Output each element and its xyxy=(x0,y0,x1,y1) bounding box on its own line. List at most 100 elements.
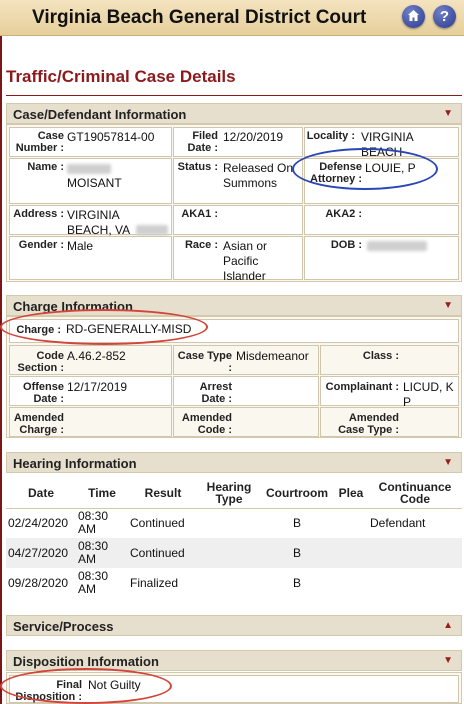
complainant-label: Complainant : xyxy=(325,381,399,393)
case-type-value: Misdemeanor xyxy=(236,349,309,363)
charge-grid: Charge : RD-GENERALLY-MISD Code Section … xyxy=(6,316,462,438)
aka2-cell: AKA2 : xyxy=(304,205,459,235)
hearing-plea xyxy=(334,568,368,598)
table-row: 02/24/2020 08:30 AM Continued B Defendan… xyxy=(6,508,462,538)
address-label: Address : xyxy=(13,208,64,220)
name-value: MOISANT xyxy=(67,161,171,191)
filed-date-label: Filed Date : xyxy=(187,130,218,154)
collapse-arrow-icon[interactable]: ▼ xyxy=(443,655,453,666)
section-title: Disposition Information xyxy=(13,654,159,669)
locality-label: Locality : xyxy=(306,130,355,142)
code-section-label: Code Section : xyxy=(17,350,64,374)
filed-date-cell: Filed Date : 12/20/2019 xyxy=(173,127,303,157)
case-defendant-grid: Case Number : GT19057814-00 Filed Date :… xyxy=(6,124,462,283)
section-title: Case/Defendant Information xyxy=(13,107,187,122)
charge-cell: Charge : RD-GENERALLY-MISD xyxy=(9,319,459,343)
home-icon xyxy=(408,10,419,21)
hearing-continuance xyxy=(368,568,462,598)
arrest-date-label: Arrest Date : xyxy=(199,381,232,405)
name-label: Name : xyxy=(27,161,64,173)
final-disposition-cell: Final Disposition : Not Guilty xyxy=(9,675,459,703)
section-header-case-defendant[interactable]: Case/Defendant Information ▼ xyxy=(6,103,462,124)
hearing-type xyxy=(198,568,260,598)
amended-charge-label: Amended Charge : xyxy=(13,412,64,436)
case-type-cell: Case Type : Misdemeanor xyxy=(173,345,319,375)
disposition-grid: Final Disposition : Not Guilty xyxy=(6,672,462,704)
status-label: Status : xyxy=(177,161,218,173)
case-number-cell: Case Number : GT19057814-00 xyxy=(9,127,172,157)
redacted-zip xyxy=(136,225,168,235)
left-accent-rule xyxy=(0,36,2,704)
aka1-cell: AKA1 : xyxy=(173,205,303,235)
aka2-label: AKA2 : xyxy=(325,208,362,220)
column-header-time: Time xyxy=(76,478,128,509)
amended-code-label: Amended Code : xyxy=(181,412,232,436)
section-title: Hearing Information xyxy=(13,456,137,471)
column-header-courtroom: Courtroom xyxy=(260,478,334,509)
class-cell: Class : xyxy=(320,345,459,375)
redacted-first-name xyxy=(67,163,111,174)
page-title: Traffic/Criminal Case Details xyxy=(6,67,236,86)
code-section-cell: Code Section : A.46.2-852 xyxy=(9,345,172,375)
hearing-time: 08:30 AM xyxy=(76,538,128,568)
collapse-arrow-icon[interactable]: ▼ xyxy=(443,457,453,468)
column-header-date: Date xyxy=(6,478,76,509)
race-cell: Race : Asian or Pacific Islander xyxy=(173,236,303,283)
locality-cell: Locality : VIRGINIA BEACH xyxy=(304,127,459,159)
filed-date-value: 12/20/2019 xyxy=(223,130,284,144)
hearing-time: 08:30 AM xyxy=(76,568,128,598)
defense-attorney-label: Defense Attorney : xyxy=(310,161,362,185)
name-cell: Name : MOISANT xyxy=(9,158,172,204)
address-cell: Address : VIRGINIA BEACH, VA xyxy=(9,205,172,237)
table-row: 04/27/2020 08:30 AM Continued B xyxy=(6,538,462,568)
hearing-date: 02/24/2020 xyxy=(6,508,76,538)
section-header-charge[interactable]: Charge Information ▼ xyxy=(6,295,462,316)
column-header-result: Result xyxy=(128,478,198,509)
hearing-type xyxy=(198,508,260,538)
section-header-service-process[interactable]: Service/Process ▲ xyxy=(6,615,462,636)
hearing-courtroom: B xyxy=(260,538,334,568)
amended-code-cell: Amended Code : xyxy=(173,407,319,437)
dob-label: DOB : xyxy=(330,239,362,251)
arrest-date-cell: Arrest Date : xyxy=(173,376,319,406)
expand-arrow-icon[interactable]: ▲ xyxy=(443,620,453,631)
hearing-plea xyxy=(334,508,368,538)
hearing-date: 04/27/2020 xyxy=(6,538,76,568)
charge-value: RD-GENERALLY-MISD xyxy=(66,322,192,336)
section-title: Charge Information xyxy=(13,299,133,314)
complainant-value: LICUD, K P xyxy=(403,380,454,409)
aka1-label: AKA1 : xyxy=(181,208,218,220)
court-title: Virginia Beach General District Court xyxy=(32,7,367,28)
column-header-plea: Plea xyxy=(334,478,368,509)
defense-attorney-value: LOUIE, P xyxy=(365,161,416,175)
case-type-label: Case Type : xyxy=(177,350,232,374)
hearing-result: Continued xyxy=(128,538,198,568)
section-header-disposition[interactable]: Disposition Information ▼ xyxy=(6,650,462,671)
amended-charge-cell: Amended Charge : xyxy=(9,407,172,437)
gender-label: Gender : xyxy=(18,239,64,251)
locality-value: VIRGINIA BEACH xyxy=(361,130,414,159)
hearing-time: 08:30 AM xyxy=(76,508,128,538)
column-header-hearing-type: Hearing Type xyxy=(198,478,260,509)
hearing-result: Continued xyxy=(128,508,198,538)
case-number-value: GT19057814-00 xyxy=(67,130,155,144)
gender-cell: Gender : Male xyxy=(9,236,172,280)
hearing-continuance: Defendant xyxy=(368,508,462,538)
collapse-arrow-icon[interactable]: ▼ xyxy=(443,300,453,311)
section-header-hearing[interactable]: Hearing Information ▼ xyxy=(6,452,462,473)
final-disposition-label: Final Disposition : xyxy=(15,679,82,703)
hearing-continuance xyxy=(368,538,462,568)
offense-date-value: 12/17/2019 xyxy=(67,380,128,394)
home-button[interactable] xyxy=(402,5,425,28)
collapse-arrow-icon[interactable]: ▼ xyxy=(443,108,453,119)
column-header-continuance-code: Continuance Code xyxy=(368,478,462,509)
amended-case-type-cell: Amended Case Type : xyxy=(320,407,459,437)
case-number-label: Case Number : xyxy=(15,130,64,154)
code-section-value: A.46.2-852 xyxy=(67,349,126,363)
hearing-date: 09/28/2020 xyxy=(6,568,76,598)
section-title: Service/Process xyxy=(13,619,114,634)
help-button[interactable]: ? xyxy=(433,5,456,28)
final-disposition-value: Not Guilty xyxy=(88,678,141,692)
hearing-header-row: Date Time Result Hearing Type Courtroom … xyxy=(6,478,462,509)
hearing-plea xyxy=(334,538,368,568)
